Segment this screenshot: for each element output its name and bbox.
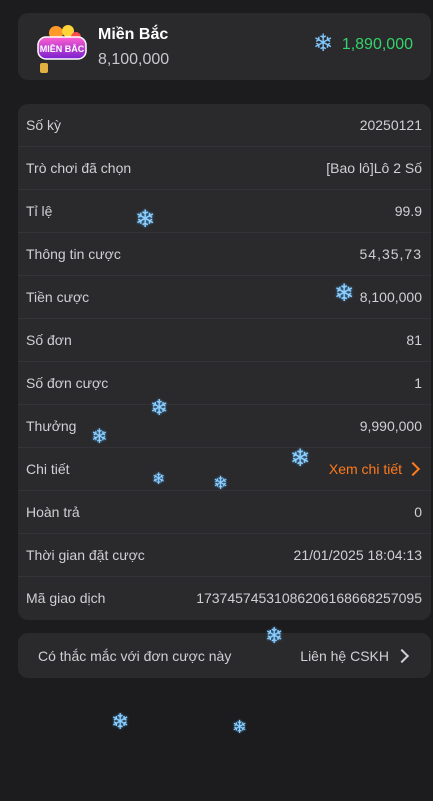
detail-value: 54,35,73 bbox=[359, 246, 422, 262]
snowflake-icon: ❄ bbox=[232, 717, 248, 737]
game-amount: 8,100,000 bbox=[98, 51, 170, 68]
detail-value: 0 bbox=[414, 504, 422, 520]
detail-label: Trò chơi đã chọn bbox=[26, 160, 132, 176]
snowflake-icon: ❄ bbox=[334, 280, 355, 307]
snowflake-icon: ❄ bbox=[152, 471, 166, 488]
contact-support-row[interactable]: Có thắc mắc với đơn cược này Liên hệ CSK… bbox=[18, 633, 431, 678]
detail-label: Mã giao dịch bbox=[26, 590, 106, 606]
detail-row-bet-time: Thời gian đặt cược 21/01/2025 18:04:13 bbox=[18, 534, 431, 577]
detail-row-bet-info: Thông tin cược 54,35,73 bbox=[18, 233, 431, 276]
game-title: Miền Bắc bbox=[98, 26, 169, 43]
detail-row-game: Trò chơi đã chọn [Bao lô]Lô 2 Số bbox=[18, 147, 431, 190]
balance-value: 1,890,000 bbox=[341, 36, 413, 53]
chevron-right-icon bbox=[405, 461, 421, 477]
detail-label: Số đơn bbox=[26, 332, 72, 348]
snowflake-icon: ❄ bbox=[91, 426, 108, 448]
detail-row-bet-count: Số đơn cược 1 bbox=[18, 362, 431, 405]
detail-row-period: Số kỳ 20250121 bbox=[18, 104, 431, 147]
snowflake-icon: ❄ bbox=[150, 395, 169, 420]
detail-label: Số đơn cược bbox=[26, 375, 109, 391]
detail-value: 1 bbox=[414, 375, 422, 391]
detail-row-refund: Hoàn trả 0 bbox=[18, 491, 431, 534]
detail-row-bet-amount: Tiền cược 8,100,000 bbox=[18, 276, 431, 319]
detail-row-transaction-id: Mã giao dịch 173745745310862061686682570… bbox=[18, 577, 431, 620]
logo-text: MIỀN BẮC bbox=[40, 44, 85, 54]
detail-row-rate: Tỉ lệ 99.9 bbox=[18, 190, 431, 233]
detail-row-order-count: Số đơn 81 bbox=[18, 319, 431, 362]
snowflake-icon: ❄ bbox=[290, 445, 311, 472]
snowflake-icon: ❄ bbox=[265, 623, 284, 648]
snowflake-icon: ❄ bbox=[213, 473, 229, 493]
view-details-label: Xem chi tiết bbox=[328, 461, 402, 477]
detail-label: Số kỳ bbox=[26, 117, 62, 133]
detail-label: Chi tiết bbox=[26, 461, 70, 477]
detail-label: Thời gian đặt cược bbox=[26, 547, 145, 563]
snowflake-icon: ❄ bbox=[111, 709, 130, 734]
detail-label: Tỉ lệ bbox=[26, 203, 53, 219]
snowflake-icon: ❄ bbox=[313, 30, 334, 57]
detail-value: 20250121 bbox=[359, 117, 422, 133]
contact-support-link[interactable]: Liên hệ CSKH bbox=[300, 648, 411, 664]
chevron-right-icon bbox=[394, 648, 410, 664]
detail-value: 8,100,000 bbox=[359, 289, 422, 305]
detail-value: 81 bbox=[406, 332, 422, 348]
detail-label: Tiền cược bbox=[26, 289, 90, 305]
contact-question: Có thắc mắc với đơn cược này bbox=[38, 648, 232, 664]
detail-label: Thông tin cược bbox=[26, 246, 121, 262]
detail-value: 17374574531086206168668257095 bbox=[196, 590, 422, 606]
detail-value: 21/01/2025 18:04:13 bbox=[293, 547, 422, 563]
detail-value: 9,990,000 bbox=[359, 418, 422, 434]
bet-details-card: Số kỳ 20250121 Trò chơi đã chọn [Bao lô]… bbox=[18, 104, 431, 620]
detail-row-reward: Thưởng 9,990,000 bbox=[18, 405, 431, 448]
mien-bac-logo-icon: MIỀN BẮC bbox=[37, 25, 87, 73]
view-details-link[interactable]: Xem chi tiết bbox=[329, 461, 422, 477]
detail-value: [Bao lô]Lô 2 Số bbox=[326, 160, 422, 176]
detail-value: 99.9 bbox=[394, 203, 422, 219]
snowflake-icon: ❄ bbox=[135, 206, 156, 233]
contact-support-label: Liên hệ CSKH bbox=[300, 648, 389, 664]
lottery-header-card: MIỀN BẮC Miền Bắc 8,100,000 ❄ 1,890,000 bbox=[18, 13, 431, 80]
detail-label: Thưởng bbox=[26, 418, 77, 434]
detail-label: Hoàn trả bbox=[26, 504, 80, 520]
